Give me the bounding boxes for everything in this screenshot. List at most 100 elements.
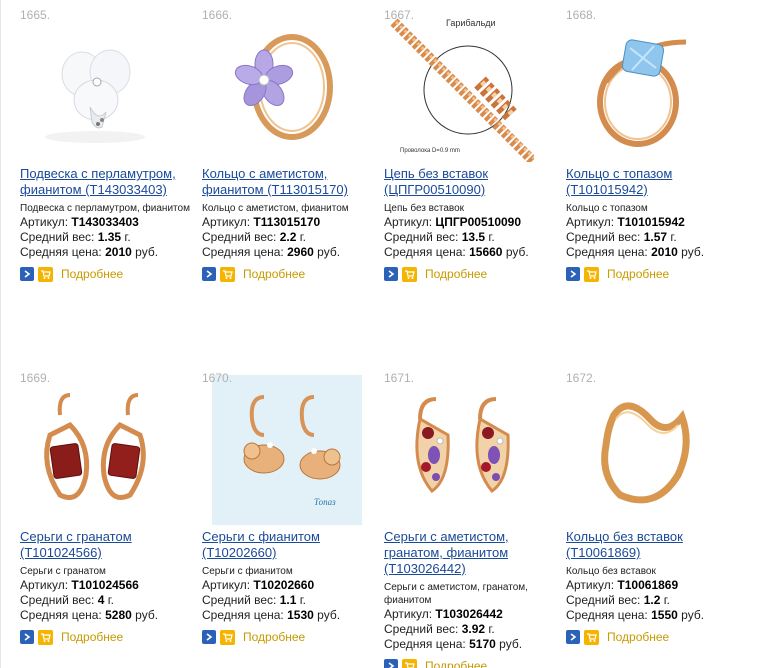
product-grid: 1665. Подвеска с перламутром, фианитом (… (0, 0, 770, 668)
product-weight: Средний вес: 2.2 г. (202, 230, 306, 244)
details-link[interactable]: Подробнее (61, 267, 123, 281)
product-index: 1666. (202, 8, 233, 22)
product-index: 1670. (202, 371, 233, 385)
go-arrow-icon[interactable] (566, 630, 580, 644)
ring-wave-image (601, 402, 690, 504)
pendant-pearl-image (45, 49, 145, 143)
product-weight: Средний вес: 1.57 г. (566, 230, 677, 244)
go-arrow-icon[interactable] (20, 630, 34, 644)
product-description: Серьги с гранатом (20, 566, 106, 577)
product-title-link[interactable]: Кольцо с топазом (Т101015942) (566, 166, 742, 198)
cart-icon[interactable] (38, 266, 53, 282)
earrings-multi-image (415, 397, 510, 493)
product-image[interactable] (566, 12, 716, 162)
chain-caption-bottom: Проволока D=0.9 mm (400, 148, 460, 154)
earrings-animal-image: Топаз (212, 375, 362, 525)
product-price: Средняя цена: 5280 руб. (20, 608, 159, 622)
product-article: Артикул: Т143033403 (20, 215, 139, 229)
product-actions: Подробнее (384, 658, 560, 668)
product-description: Серьги с фианитом (202, 566, 293, 577)
product-weight: Средний вес: 1.2 г. (566, 593, 670, 607)
ring-amethyst-flower-image (234, 34, 333, 140)
product-index: 1672. (566, 371, 597, 385)
product-actions: Подробнее (566, 266, 742, 282)
product-weight: Средний вес: 13.5 г. (384, 230, 495, 244)
details-link[interactable]: Подробнее (607, 630, 669, 644)
cart-icon[interactable] (220, 266, 235, 282)
go-arrow-icon[interactable] (566, 267, 580, 281)
product-index: 1667. (384, 8, 415, 22)
product-price: Средняя цена: 2010 руб. (20, 245, 159, 259)
product-index: 1665. (20, 8, 51, 22)
cart-icon[interactable] (220, 629, 235, 645)
product-image[interactable] (20, 12, 170, 162)
product-image[interactable]: Гарибальди Проволока D=0.9 mm (384, 12, 534, 162)
details-link[interactable]: Подробнее (425, 659, 487, 668)
product-image[interactable] (202, 12, 352, 162)
product-weight: Средний вес: 1.1 г. (202, 593, 306, 607)
product-actions: Подробнее (566, 629, 742, 645)
chain-caption-top: Гарибальди (446, 18, 496, 28)
product-image[interactable] (384, 375, 534, 525)
product-title-link[interactable]: Подвеска с перламутром, фианитом (Т14303… (20, 166, 196, 198)
product-title-link[interactable]: Серьги с фианитом (Т10202660) (202, 529, 378, 561)
product-title-link[interactable]: Серьги с аметистом, гранатом, фианитом (… (384, 529, 560, 577)
chain-image: Гарибальди Проволока D=0.9 mm (390, 18, 534, 162)
cart-icon[interactable] (402, 658, 417, 668)
cart-icon[interactable] (584, 629, 599, 645)
product-price: Средняя цена: 2010 руб. (566, 245, 705, 259)
product-article: Артикул: Т10202660 (202, 578, 315, 592)
product-actions: Подробнее (20, 266, 196, 282)
product-price: Средняя цена: 2960 руб. (202, 245, 341, 259)
product-article: Артикул: ЦПГР00510090 (384, 215, 522, 229)
product-title-link[interactable]: Кольцо без вставок (Т10061869) (566, 529, 742, 561)
go-arrow-icon[interactable] (202, 267, 216, 281)
details-link[interactable]: Подробнее (425, 267, 487, 281)
product-description: Кольцо с топазом (566, 203, 648, 214)
product-price: Средняя цена: 1530 руб. (202, 608, 341, 622)
product-price: Средняя цена: 1550 руб. (566, 608, 705, 622)
product-article: Артикул: Т10061869 (566, 578, 679, 592)
product-article: Артикул: Т113015170 (202, 215, 321, 229)
product-actions: Подробнее (384, 266, 560, 282)
product-index: 1671. (384, 371, 415, 385)
product-price: Средняя цена: 15660 руб. (384, 245, 529, 259)
product-price: Средняя цена: 5170 руб. (384, 637, 523, 651)
product-title-link[interactable]: Кольцо с аметистом, фианитом (Т113015170… (202, 166, 378, 198)
ring-topaz-image (597, 39, 687, 147)
product-index: 1668. (566, 8, 597, 22)
details-link[interactable]: Подробнее (243, 630, 305, 644)
go-arrow-icon[interactable] (384, 659, 398, 668)
product-image[interactable] (566, 375, 716, 525)
product-image[interactable] (20, 375, 170, 525)
product-index: 1669. (20, 371, 51, 385)
cart-icon[interactable] (38, 629, 53, 645)
product-weight: Средний вес: 4 г. (20, 593, 114, 607)
cart-icon[interactable] (402, 266, 417, 282)
product-weight: Средний вес: 1.35 г. (20, 230, 131, 244)
product-image[interactable]: Топаз (212, 375, 362, 525)
product-weight: Средний вес: 3.92 г. (384, 622, 495, 636)
go-arrow-icon[interactable] (20, 267, 34, 281)
product-actions: Подробнее (202, 629, 378, 645)
product-title-link[interactable]: Серьги с гранатом (Т101024566) (20, 529, 196, 561)
product-description: Серьги с аметистом, гранатом, фианитом (384, 582, 528, 606)
go-arrow-icon[interactable] (384, 267, 398, 281)
details-link[interactable]: Подробнее (243, 267, 305, 281)
topaz-logo: Топаз (314, 497, 336, 507)
details-link[interactable]: Подробнее (607, 267, 669, 281)
product-description: Кольцо без вставок (566, 566, 656, 577)
product-actions: Подробнее (202, 266, 378, 282)
product-title-link[interactable]: Цепь без вставок (ЦПГР00510090) (384, 166, 560, 198)
product-description: Подвеска с перламутром, фианитом (20, 203, 190, 214)
product-article: Артикул: Т101024566 (20, 578, 139, 592)
cart-icon[interactable] (584, 266, 599, 282)
product-description: Цепь без вставок (384, 203, 465, 214)
product-article: Артикул: Т101015942 (566, 215, 685, 229)
earrings-garnet-image (44, 393, 146, 500)
product-article: Артикул: Т103026442 (384, 607, 503, 621)
product-actions: Подробнее (20, 629, 196, 645)
details-link[interactable]: Подробнее (61, 630, 123, 644)
product-description: Кольцо с аметистом, фианитом (202, 203, 349, 214)
go-arrow-icon[interactable] (202, 630, 216, 644)
